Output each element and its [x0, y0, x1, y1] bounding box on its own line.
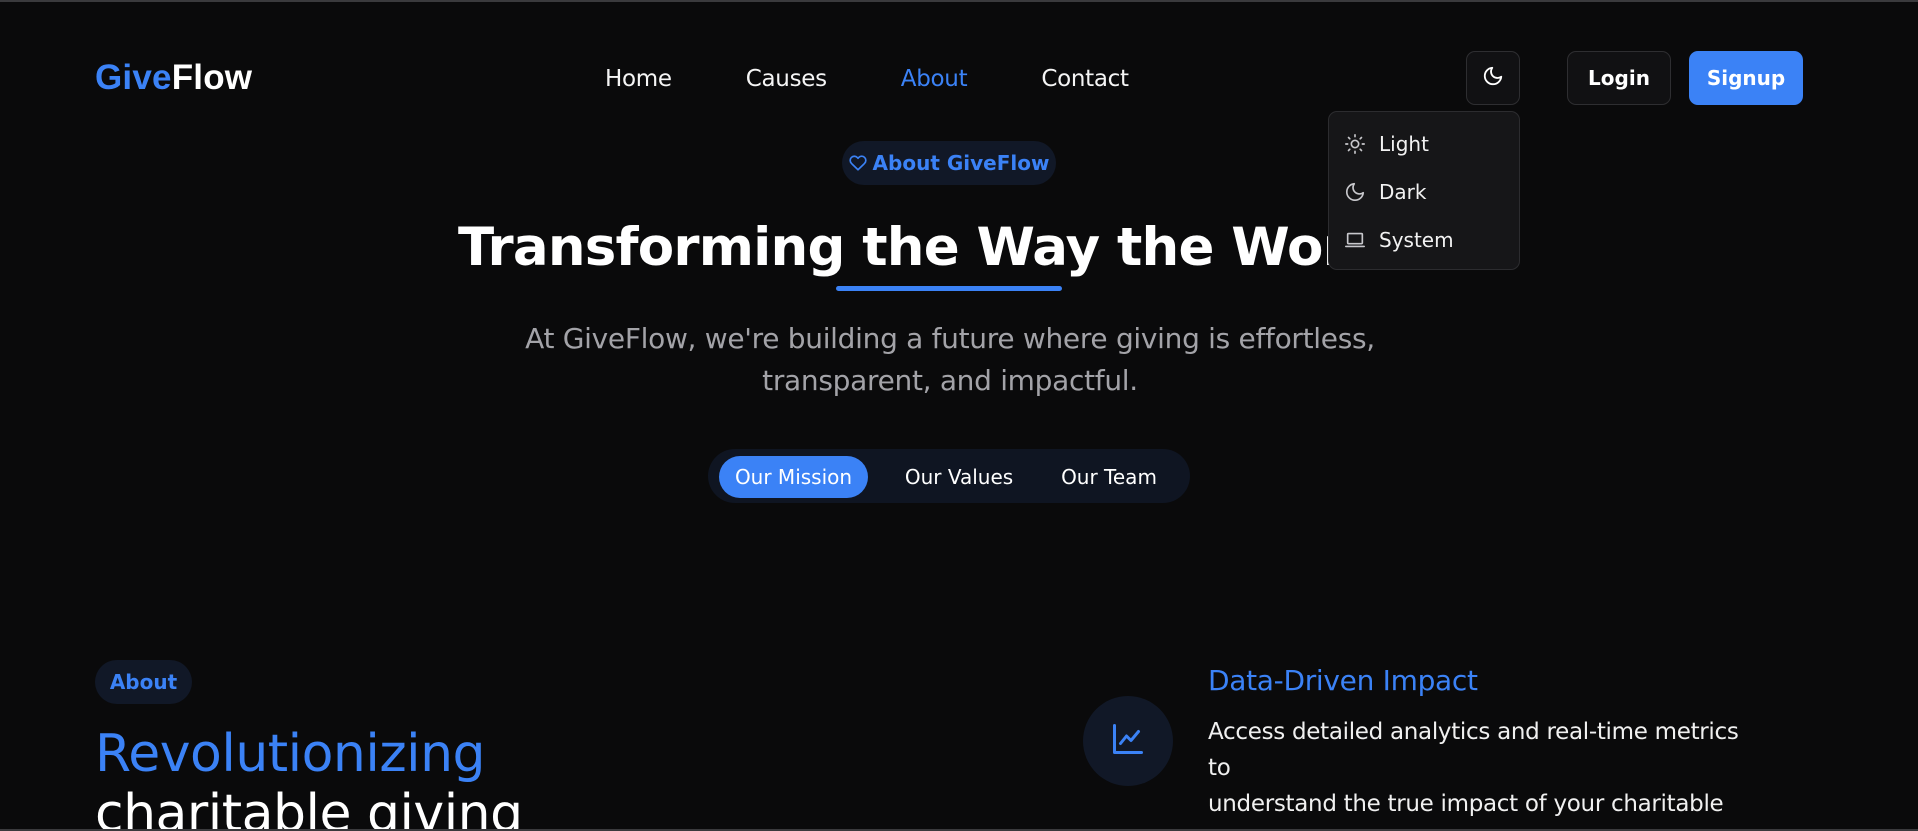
nav-causes[interactable]: Causes — [746, 60, 827, 98]
theme-option-label: Dark — [1379, 180, 1427, 204]
nav-about[interactable]: About — [901, 60, 968, 98]
laptop-icon — [1342, 227, 1368, 253]
theme-toggle-button[interactable] — [1466, 51, 1520, 105]
nav-home[interactable]: Home — [605, 60, 672, 98]
theme-option-label: System — [1379, 228, 1454, 252]
theme-menu: Light Dark System — [1328, 111, 1520, 270]
feature-icon-circle — [1083, 696, 1173, 786]
moon-icon — [1482, 65, 1504, 92]
about-badge: About GiveFlow — [842, 141, 1056, 185]
section-heading-highlight: Revolutionizing — [95, 724, 486, 784]
theme-option-label: Light — [1379, 132, 1429, 156]
section-heading: charitable giving — [95, 784, 523, 831]
feature-description-line2: understand the true impact of your chari… — [1208, 791, 1724, 817]
tab-our-team[interactable]: Our Team — [1048, 456, 1170, 498]
section-tag: About — [95, 660, 192, 704]
login-button[interactable]: Login — [1567, 51, 1671, 105]
signup-button[interactable]: Signup — [1689, 51, 1803, 105]
window-top-border — [0, 0, 1918, 2]
theme-option-dark[interactable]: Dark — [1342, 177, 1426, 207]
heart-icon — [848, 154, 867, 172]
logo[interactable]: GiveFlow — [95, 54, 252, 102]
nav-contact[interactable]: Contact — [1041, 60, 1129, 98]
hero-subtitle-line2: transparent, and impactful. — [762, 364, 1138, 397]
tab-our-values[interactable]: Our Values — [894, 456, 1024, 498]
feature-title: Data-Driven Impact — [1208, 664, 1478, 697]
about-tabs: Our Mission Our Values Our Team — [708, 449, 1190, 503]
line-chart-icon — [1110, 721, 1146, 762]
hero-title: Transforming the Way the World G — [458, 217, 1464, 278]
logo-give: Give — [95, 58, 172, 97]
moon-icon — [1342, 179, 1368, 205]
feature-description-line1: Access detailed analytics and real-time … — [1208, 719, 1739, 781]
sun-icon — [1342, 131, 1368, 157]
feature-description: Access detailed analytics and real-time … — [1208, 714, 1768, 831]
main-nav: Home Causes About Contact — [605, 60, 1129, 98]
about-badge-label: About GiveFlow — [872, 151, 1050, 175]
hero-subtitle-line1: At GiveFlow, we're building a future whe… — [525, 322, 1375, 355]
theme-option-system[interactable]: System — [1342, 225, 1454, 255]
hero-subtitle: At GiveFlow, we're building a future whe… — [500, 318, 1400, 402]
theme-option-light[interactable]: Light — [1342, 129, 1429, 159]
logo-flow: Flow — [171, 58, 253, 97]
title-underline — [836, 286, 1062, 291]
tab-our-mission[interactable]: Our Mission — [719, 456, 868, 498]
